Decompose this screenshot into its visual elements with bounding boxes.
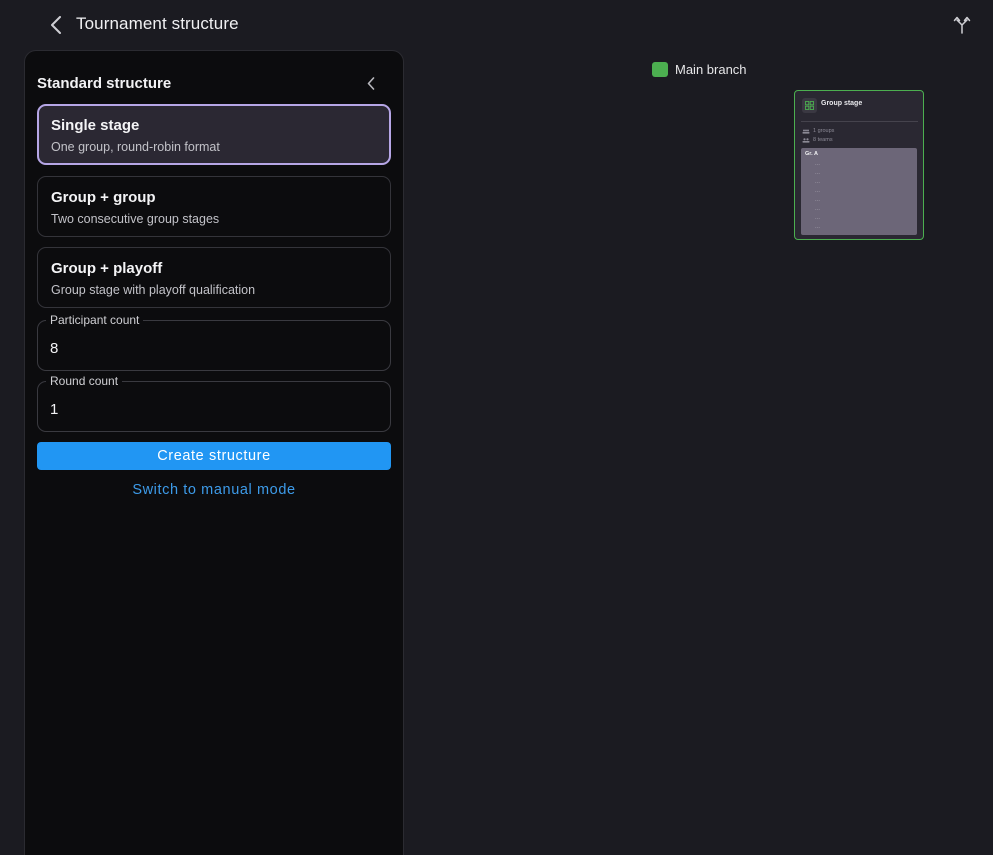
- option-description: Group stage with playoff qualification: [51, 283, 256, 297]
- option-title: Group + group: [51, 189, 156, 206]
- groups-count-text: 1 groups: [813, 128, 835, 134]
- grid-icon: [802, 98, 817, 113]
- participant-count-input[interactable]: [38, 321, 390, 370]
- back-button[interactable]: [44, 13, 68, 37]
- option-description: Two consecutive group stages: [51, 212, 220, 226]
- teams-count: 8 teams: [802, 137, 833, 143]
- team-slot: ---: [815, 224, 821, 229]
- group-stage-card[interactable]: Group stage 1 groups 8 teams Gr. A --- -…: [794, 90, 924, 240]
- option-group-group[interactable]: Group + group Two consecutive group stag…: [37, 176, 391, 237]
- group-a-box[interactable]: Gr. A --- --- --- --- --- --- --- ---: [801, 148, 917, 235]
- switch-manual-mode-link[interactable]: Switch to manual mode: [37, 482, 391, 498]
- option-single-stage[interactable]: Single stage One group, round-robin form…: [37, 104, 391, 165]
- team-slot: ---: [815, 215, 821, 220]
- panel-title: Standard structure: [37, 75, 172, 92]
- stage-title: Group stage: [821, 100, 863, 107]
- participant-count-label: Participant count: [46, 313, 144, 327]
- team-slot: ---: [815, 179, 821, 184]
- chevron-left-icon: [367, 76, 375, 90]
- collapse-panel-button[interactable]: [361, 73, 381, 93]
- structure-panel: Standard structure Single stage One grou…: [24, 50, 404, 855]
- option-title: Group + playoff: [51, 260, 163, 277]
- branch-button[interactable]: [950, 13, 974, 37]
- git-fork-icon: [953, 16, 971, 34]
- option-group-playoff[interactable]: Group + playoff Group stage with playoff…: [37, 247, 391, 308]
- branch-legend: Main branch: [652, 62, 747, 77]
- divider: [801, 121, 918, 122]
- team-slot: ---: [815, 206, 821, 211]
- team-slot: ---: [815, 188, 821, 193]
- team-slot: ---: [815, 197, 821, 202]
- round-count-field: Round count: [37, 374, 391, 432]
- create-structure-button[interactable]: Create structure: [37, 442, 391, 470]
- option-description: One group, round-robin format: [51, 140, 220, 154]
- teams-count-text: 8 teams: [813, 137, 833, 143]
- chevron-left-icon: [51, 16, 61, 34]
- page-title: Tournament structure: [76, 14, 239, 33]
- round-count-input[interactable]: [38, 382, 390, 431]
- group-label: Gr. A: [805, 151, 818, 157]
- groups-icon: [802, 129, 810, 134]
- option-title: Single stage: [51, 117, 140, 134]
- participant-count-field: Participant count: [37, 313, 391, 371]
- branch-color-swatch: [652, 62, 668, 77]
- people-icon: [802, 137, 810, 143]
- team-slot: ---: [815, 161, 821, 166]
- team-slot: ---: [815, 170, 821, 175]
- round-count-label: Round count: [46, 374, 123, 388]
- groups-count: 1 groups: [802, 128, 834, 134]
- branch-legend-label: Main branch: [675, 62, 747, 77]
